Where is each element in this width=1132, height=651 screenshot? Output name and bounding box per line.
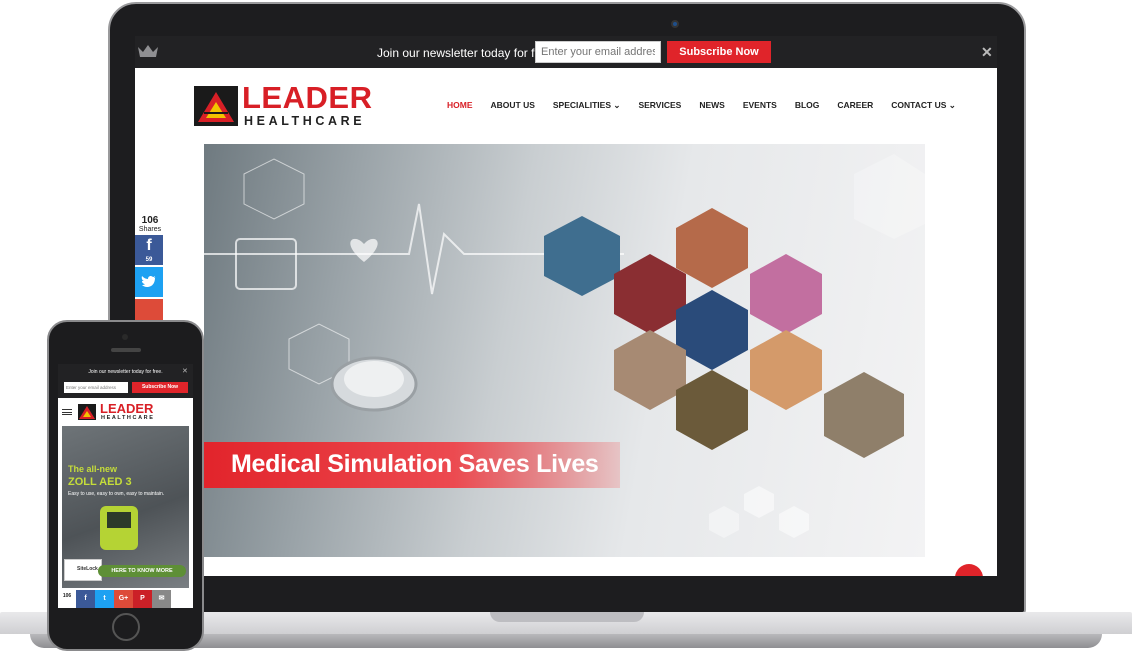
hero-title: Medical Simulation Saves Lives (231, 450, 599, 478)
share-label: Shares (138, 226, 162, 233)
mobile-google-plus-share-button[interactable]: G+ (114, 590, 133, 608)
laptop-camera (671, 20, 679, 28)
twitter-bird-icon (141, 275, 156, 287)
newsletter-email-input[interactable] (535, 41, 661, 63)
logo-subtitle: HEALTHCARE (244, 114, 366, 128)
mobile-twitter-share-button[interactable]: t (95, 590, 114, 608)
facebook-icon: f (146, 237, 152, 254)
scroll-to-top-button[interactable] (955, 564, 983, 576)
phone-home-button (112, 613, 140, 641)
sitelock-badge[interactable]: SiteLock (64, 559, 102, 581)
hexagon-photo-cluster (544, 208, 904, 458)
share-count: 106 (141, 215, 159, 226)
sitelock-label: SiteLock (77, 566, 98, 572)
phone-speaker (111, 348, 141, 352)
mobile-newsletter-email-input[interactable]: Enter your email address (64, 382, 128, 393)
nav-item-services[interactable]: SERVICES (638, 100, 681, 111)
mobile-hero-line2: ZOLL AED 3 (68, 476, 132, 488)
nav-item-home[interactable]: HOME (447, 100, 473, 111)
close-icon[interactable]: ✕ (981, 44, 993, 61)
mobile-close-icon[interactable]: ✕ (182, 367, 188, 375)
nav-item-news[interactable]: NEWS (699, 100, 725, 111)
mobile-hero-line1: The all-new (68, 464, 118, 474)
newsletter-bar: Join our newsletter today for free. Subs… (135, 36, 997, 68)
logo-pyramid-icon[interactable] (194, 86, 238, 126)
mobile-header: LEADER HEALTHCARE (58, 398, 193, 424)
nav-item-events[interactable]: EVENTS (743, 100, 777, 111)
mobile-facebook-share-button[interactable]: f (76, 590, 95, 608)
aed-device-image (100, 506, 138, 550)
hero-background-graphic (204, 154, 925, 538)
twitter-share-button[interactable] (135, 267, 163, 297)
nav-item-about-us[interactable]: ABOUT US (491, 100, 535, 111)
mobile-share-bar: 106 f t G+ P ✉ (58, 590, 193, 608)
site-header: LEADER HEALTHCARE HOME ABOUT US SPECIALI… (135, 68, 997, 144)
mobile-hero-banner[interactable]: The all-new ZOLL AED 3 Easy to use, easy… (62, 426, 189, 588)
mobile-logo-wordmark[interactable]: LEADER (100, 401, 153, 416)
phone-camera (122, 334, 128, 340)
nav-item-career[interactable]: CAREER (837, 100, 873, 111)
mobile-share-count: 106 (58, 590, 76, 608)
mobile-newsletter-text: Join our newsletter today for free. (88, 369, 163, 375)
mobile-newsletter-bar: Join our newsletter today for free. ✕ En… (58, 364, 193, 398)
subscribe-button[interactable]: Subscribe Now (667, 41, 771, 63)
device-mockup: Join our newsletter today for free. Subs… (0, 0, 1132, 651)
phone-frame: Join our newsletter today for free. ✕ En… (47, 320, 204, 651)
nav-item-specialities[interactable]: SPECIALITIES ⌄ (553, 100, 621, 111)
mobile-share-count-value: 106 (62, 593, 72, 599)
mobile-email-share-button[interactable]: ✉ (152, 590, 171, 608)
mobile-logo-pyramid-icon[interactable] (78, 404, 96, 420)
aed-device-screen (107, 512, 131, 528)
social-share-rail: 106 Shares f 59 (135, 215, 165, 331)
nav-item-blog[interactable]: BLOG (795, 100, 820, 111)
know-more-button[interactable]: HERE TO KNOW MORE (98, 565, 186, 577)
crown-icon (138, 45, 158, 57)
mobile-hero-line3: Easy to use, easy to own, easy to mainta… (68, 491, 165, 497)
mobile-subscribe-button[interactable]: Subscribe Now (132, 382, 188, 393)
hamburger-menu-icon[interactable] (62, 409, 72, 415)
hero-slider[interactable]: Medical Simulation Saves Lives (204, 144, 925, 557)
facebook-share-count: 59 (145, 257, 153, 263)
desktop-website: Join our newsletter today for free. Subs… (135, 36, 997, 576)
mobile-logo-subtitle: HEALTHCARE (101, 415, 155, 421)
newsletter-text: Join our newsletter today for free. (377, 46, 556, 60)
logo-wordmark[interactable]: LEADER (242, 80, 372, 116)
main-nav: HOME ABOUT US SPECIALITIES ⌄ SERVICES NE… (447, 100, 956, 111)
nav-item-contact-us[interactable]: CONTACT US ⌄ (891, 100, 956, 111)
mobile-pinterest-share-button[interactable]: P (133, 590, 152, 608)
laptop-notch (490, 612, 644, 622)
mobile-website: Join our newsletter today for free. ✕ En… (58, 364, 193, 608)
facebook-share-button[interactable]: f 59 (135, 235, 163, 265)
